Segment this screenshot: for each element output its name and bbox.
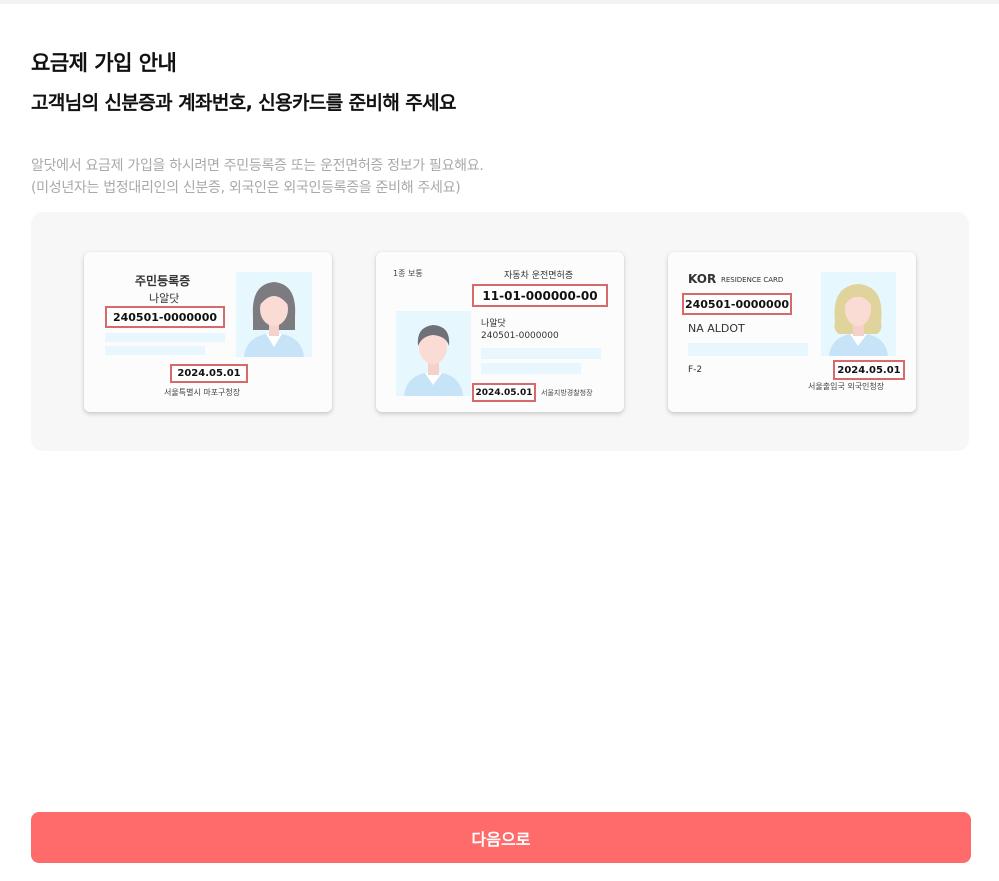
resident-card-example: 주민등록증 나알닷 240501-0000000 2024.05.01 서울특별… — [84, 252, 332, 412]
license-title: 자동차 운전면허증 — [504, 271, 574, 281]
page-subtitle: 고객님의 신분증과 계좌번호, 신용카드를 준비해 주세요 — [31, 92, 457, 114]
id-card-examples-panel: 주민등록증 나알닷 240501-0000000 2024.05.01 서울특별… — [31, 212, 969, 451]
resident-card-title: 주민등록증 — [135, 274, 191, 288]
description-line-1: 알닷에서 요금제 가입을 하시려면 주민등록증 또는 운전면허증 정보가 필요해… — [31, 158, 484, 174]
residence-card-issuer: 서울출입국 외국인청장 — [808, 382, 885, 391]
residence-card-id-number: 240501-0000000 — [682, 293, 792, 315]
placeholder-bar — [481, 348, 601, 359]
resident-card-issuer: 서울특별시 마포구청장 — [164, 388, 241, 397]
female-portrait-icon — [236, 272, 312, 357]
next-button[interactable]: 다음으로 — [31, 812, 971, 863]
top-divider — [0, 0, 999, 4]
placeholder-bar — [688, 343, 808, 356]
license-type: 1종 보통 — [393, 269, 423, 278]
page-title: 요금제 가입 안내 — [31, 51, 177, 75]
placeholder-bar — [105, 346, 205, 355]
description-line-2: (미성년자는 법정대리인의 신분증, 외국인은 외국인등록증을 준비해 주세요) — [31, 180, 461, 196]
residence-card-country: KOR — [688, 272, 717, 286]
driver-license-example: 1종 보통 자동차 운전면허증 11-01-000000-00 나알닷 2405… — [376, 252, 624, 412]
resident-card-id-number: 240501-0000000 — [105, 306, 225, 328]
placeholder-bar — [105, 333, 225, 342]
placeholder-bar — [481, 363, 581, 374]
male-portrait-icon — [396, 311, 471, 396]
resident-card-name: 나알닷 — [149, 292, 180, 305]
resident-card-issue-date: 2024.05.01 — [170, 364, 248, 383]
license-id-number: 240501-0000000 — [481, 331, 559, 341]
license-number: 11-01-000000-00 — [472, 284, 608, 307]
residence-card-example: KOR RESIDENCE CARD 240501-0000000 NA ALD… — [668, 252, 916, 412]
license-issue-date: 2024.05.01 — [472, 383, 536, 402]
residence-card-name: NA ALDOT — [688, 322, 745, 335]
license-issuer: 서울지방경찰청장 — [541, 389, 593, 397]
residence-card-visa: F-2 — [688, 365, 703, 375]
description: 알닷에서 요금제 가입을 하시려면 주민등록증 또는 운전면허증 정보가 필요해… — [31, 155, 484, 199]
blonde-portrait-icon — [821, 272, 896, 356]
residence-card-title: RESIDENCE CARD — [721, 276, 784, 284]
residence-card-issue-date: 2024.05.01 — [833, 360, 905, 380]
license-name: 나알닷 — [481, 319, 506, 329]
